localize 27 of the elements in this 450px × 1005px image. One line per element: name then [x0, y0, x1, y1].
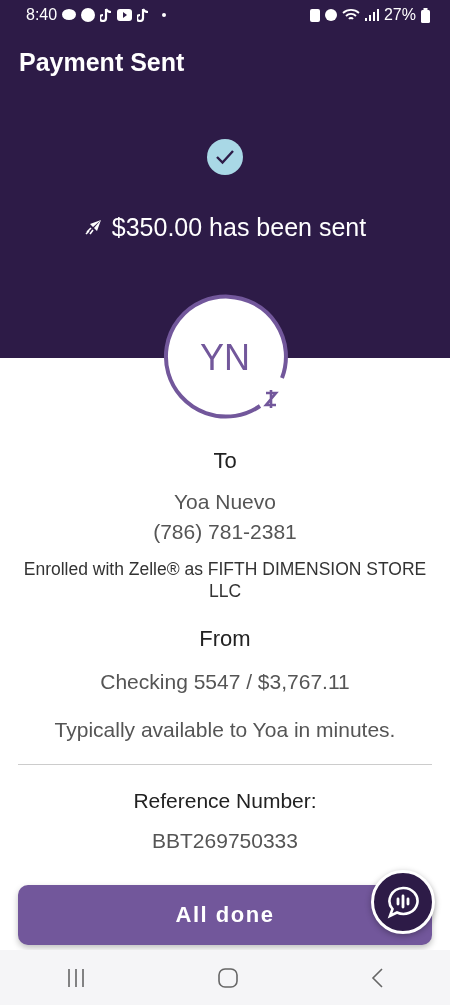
status-time: 8:40: [26, 6, 58, 24]
reference-label: Reference Number:: [133, 789, 317, 813]
check-icon: [207, 139, 243, 175]
dot-icon: [162, 13, 167, 17]
to-label: To: [213, 448, 237, 474]
recent-apps-icon[interactable]: [66, 967, 85, 988]
youtube-icon: [117, 9, 133, 21]
from-label: From: [199, 626, 251, 652]
availability-note: Typically available to Yoa in minutes.: [54, 718, 396, 742]
chat-icon: [386, 885, 420, 919]
enrollment-note: Enrolled with Zelle® as FIFTH DIMENSION STORE LLC: [22, 558, 428, 602]
recipient-phone: (786) 781-2381: [153, 520, 297, 544]
from-account: Checking 5547 / $3,767.11: [100, 670, 350, 694]
tiktok-icon: [137, 8, 150, 22]
signal-icon: [364, 9, 379, 21]
recipient-name: Yoa Nuevo: [174, 490, 276, 514]
reference-number: BBT269750333: [152, 829, 298, 853]
back-icon[interactable]: [371, 967, 384, 988]
battery-percentage: 27%: [383, 6, 416, 24]
page-title: Payment Sent: [19, 48, 186, 77]
payment-sent-message: $350.00 has been sent: [111, 213, 367, 242]
tiktok-icon: [100, 8, 113, 22]
home-icon[interactable]: [218, 967, 238, 988]
battery-icon: [421, 7, 430, 23]
chat-overlay[interactable]: [371, 870, 435, 934]
wifi-icon: [341, 9, 360, 21]
rocket-icon: [83, 218, 102, 237]
